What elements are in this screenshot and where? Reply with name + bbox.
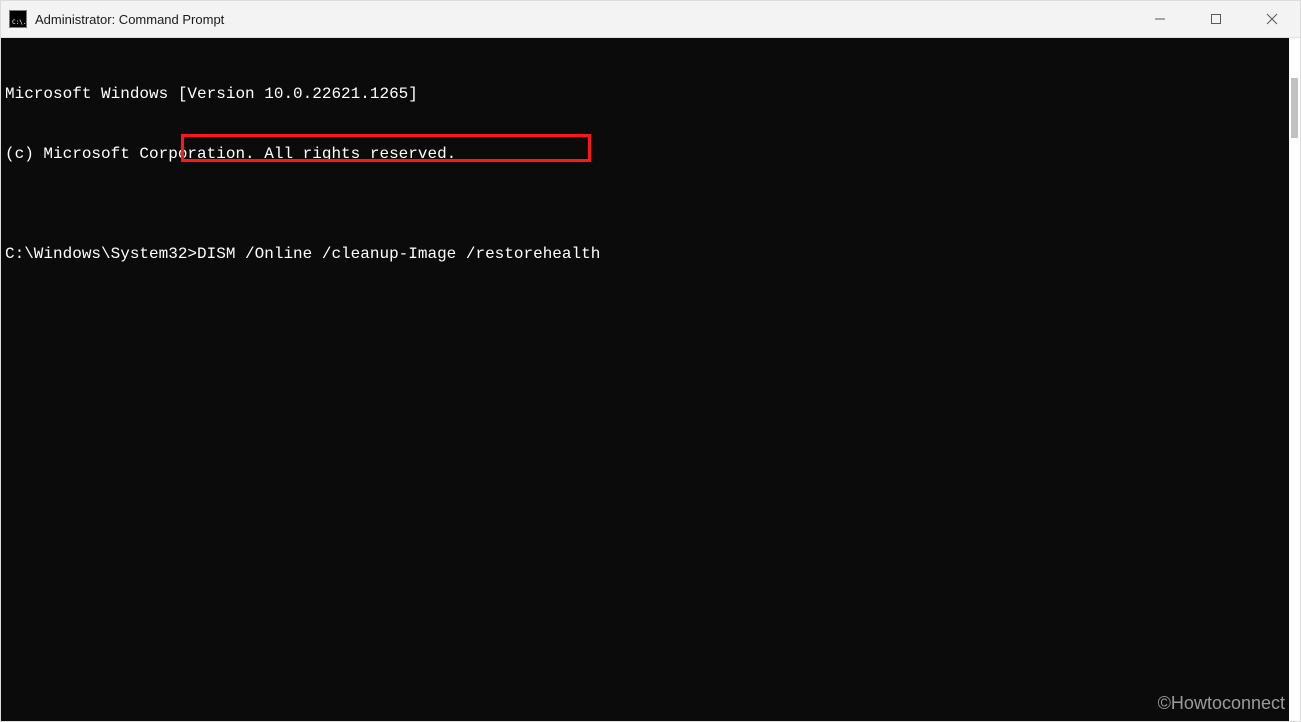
- terminal-command: DISM /Online /cleanup-Image /restoreheal…: [197, 245, 600, 263]
- window-title: Administrator: Command Prompt: [35, 12, 224, 27]
- minimize-icon: [1154, 13, 1166, 25]
- cmd-icon: C:\.: [9, 10, 27, 28]
- titlebar-left: C:\. Administrator: Command Prompt: [1, 10, 1132, 28]
- maximize-icon: [1210, 13, 1222, 25]
- terminal-prompt: C:\Windows\System32>: [5, 245, 197, 263]
- scrollbar-thumb[interactable]: [1291, 78, 1298, 138]
- titlebar[interactable]: C:\. Administrator: Command Prompt: [1, 1, 1300, 38]
- close-icon: [1266, 13, 1278, 25]
- terminal-area: Microsoft Windows [Version 10.0.22621.12…: [1, 38, 1300, 721]
- terminal-line-copyright: (c) Microsoft Corporation. All rights re…: [5, 144, 1285, 164]
- terminal[interactable]: Microsoft Windows [Version 10.0.22621.12…: [1, 38, 1289, 721]
- minimize-button[interactable]: [1132, 1, 1188, 37]
- terminal-prompt-line: C:\Windows\System32>DISM /Online /cleanu…: [5, 244, 1285, 264]
- maximize-button[interactable]: [1188, 1, 1244, 37]
- cmd-icon-text: C:\.: [12, 19, 26, 26]
- terminal-line-version: Microsoft Windows [Version 10.0.22621.12…: [5, 84, 1285, 104]
- vertical-scrollbar[interactable]: [1289, 38, 1300, 721]
- window-controls: [1132, 1, 1300, 37]
- close-button[interactable]: [1244, 1, 1300, 37]
- window: C:\. Administrator: Command Prompt: [0, 0, 1301, 722]
